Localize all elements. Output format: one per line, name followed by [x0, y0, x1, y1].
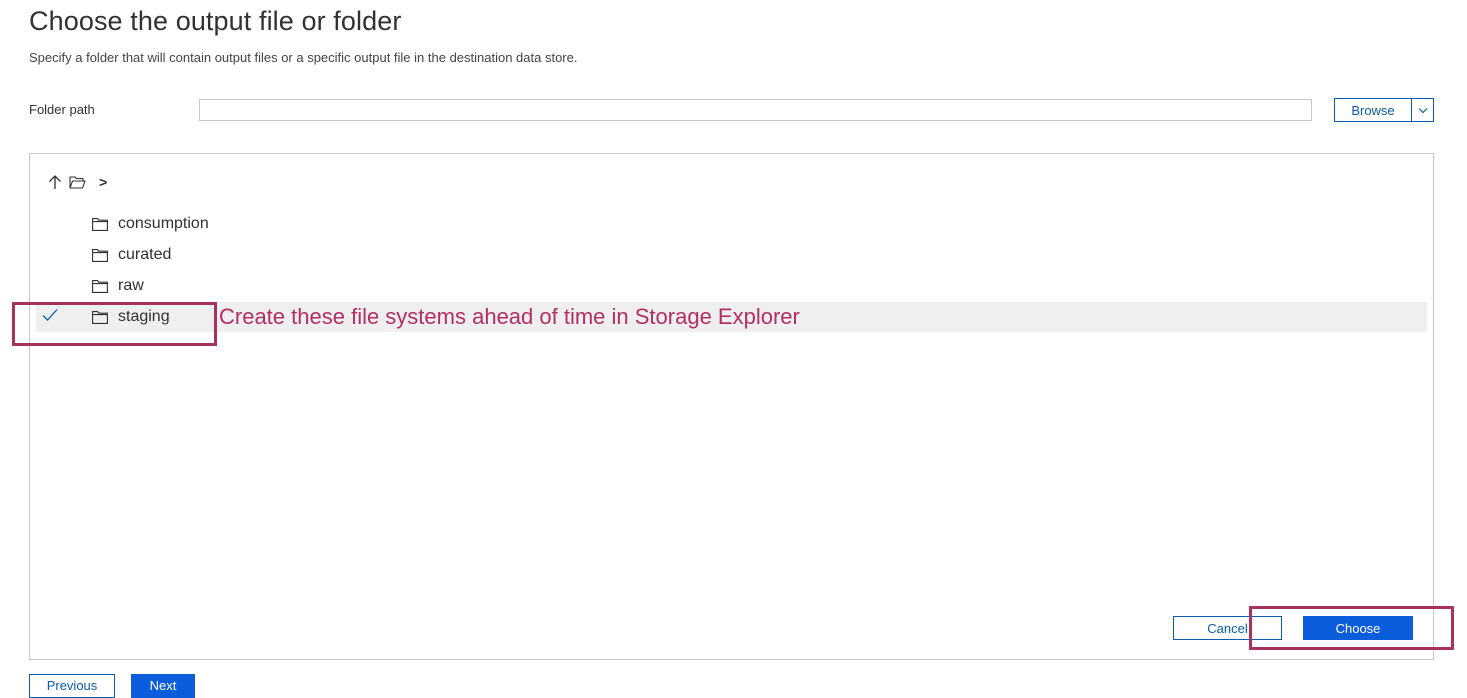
folder-item-curated[interactable]: curated: [36, 240, 1427, 270]
folder-icon: [92, 311, 108, 324]
folder-name: staging: [118, 308, 170, 325]
checkmark-icon: [42, 309, 58, 321]
chevron-down-icon: [1418, 107, 1427, 113]
folder-item-raw[interactable]: raw: [36, 271, 1427, 301]
folder-path-input[interactable]: [199, 99, 1312, 121]
folder-name: curated: [118, 246, 172, 263]
next-button[interactable]: Next: [131, 674, 195, 698]
folder-path-label: Folder path: [29, 102, 95, 117]
browse-split-button: Browse: [1334, 98, 1434, 122]
root-folder-button[interactable]: [68, 173, 86, 191]
folder-icon: [92, 280, 108, 293]
annotation-callout: Create these file systems ahead of time …: [219, 304, 800, 329]
page-subtitle: Specify a folder that will contain outpu…: [29, 50, 578, 65]
choose-button[interactable]: Choose: [1303, 616, 1413, 640]
folder-name: raw: [118, 277, 144, 294]
browse-dropdown-button[interactable]: [1411, 99, 1433, 121]
open-folder-icon: [68, 175, 86, 189]
folder-name: consumption: [118, 215, 209, 232]
breadcrumb: >: [47, 172, 107, 192]
folder-icon: [92, 249, 108, 262]
arrow-up-icon: [49, 175, 61, 189]
browse-button[interactable]: Browse: [1335, 99, 1411, 121]
up-level-button[interactable]: [47, 173, 63, 191]
folder-icon: [92, 218, 108, 231]
cancel-button[interactable]: Cancel: [1173, 616, 1282, 640]
page-title: Choose the output file or folder: [29, 6, 402, 36]
previous-button[interactable]: Previous: [29, 674, 115, 698]
folder-item-consumption[interactable]: consumption: [36, 209, 1427, 239]
breadcrumb-separator: >: [99, 174, 108, 190]
